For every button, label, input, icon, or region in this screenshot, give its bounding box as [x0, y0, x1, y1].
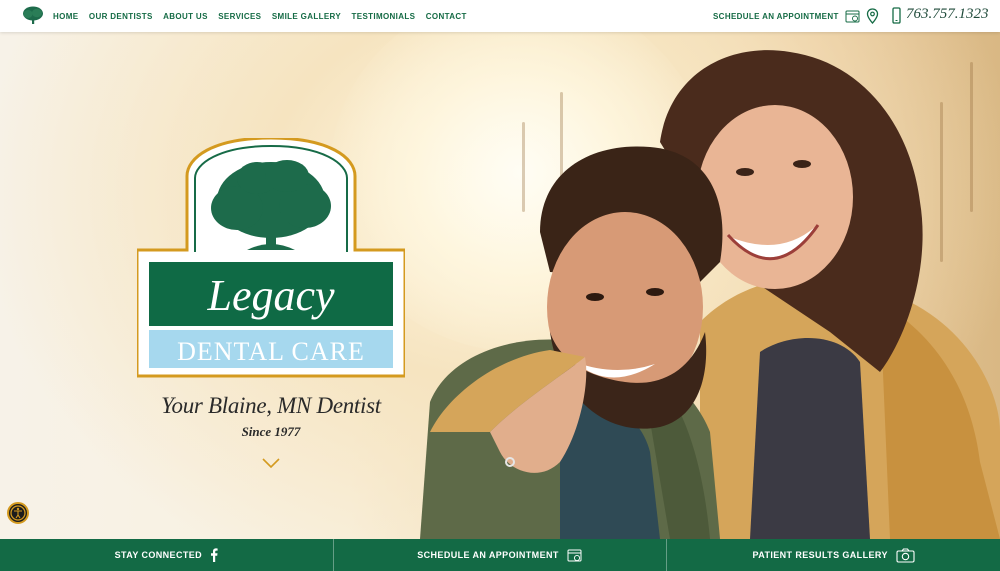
nav-contact[interactable]: CONTACT	[426, 12, 467, 21]
logo-subword: DENTAL CARE	[177, 337, 365, 366]
calendar-icon	[845, 10, 860, 23]
schedule-appointment-bottom-label: SCHEDULE AN APPOINTMENT	[417, 550, 559, 560]
facebook-icon	[211, 548, 218, 562]
since-year: Since 1977	[241, 424, 301, 439]
accessibility-button[interactable]	[7, 502, 29, 524]
bottom-action-bar: STAY CONNECTED SCHEDULE AN APPOINTMENT P…	[0, 539, 1000, 571]
hero-tagline: Your Blaine, MN Dentist	[161, 393, 381, 418]
couple-photo	[420, 50, 1000, 539]
map-pin-icon[interactable]	[866, 8, 879, 24]
patient-results-gallery-label: PATIENT RESULTS GALLERY	[752, 550, 888, 560]
schedule-appointment-label: SCHEDULE AN APPOINTMENT	[713, 11, 839, 21]
nav-home[interactable]: HOME	[53, 12, 78, 21]
schedule-appointment-button[interactable]: SCHEDULE AN APPOINTMENT	[334, 539, 668, 571]
patient-results-gallery-button[interactable]: PATIENT RESULTS GALLERY	[667, 539, 1000, 571]
main-menu: HOME OUR DENTISTS ABOUT US SERVICES SMIL…	[53, 0, 477, 32]
chevron-down-icon[interactable]	[262, 458, 280, 468]
nav-smile-gallery[interactable]: SMILE GALLERY	[272, 12, 341, 21]
nav-our-dentists[interactable]: OUR DENTISTS	[89, 12, 153, 21]
tree-logo-icon[interactable]	[22, 6, 44, 25]
schedule-appointment-link[interactable]: SCHEDULE AN APPOINTMENT	[713, 0, 861, 32]
nav-services[interactable]: SERVICES	[218, 12, 261, 21]
phone-icon[interactable]	[892, 7, 901, 24]
phone-number[interactable]: 763.757.1323	[906, 6, 989, 23]
nav-about-us[interactable]: ABOUT US	[163, 12, 208, 21]
stay-connected-button[interactable]: STAY CONNECTED	[0, 539, 334, 571]
accessibility-icon	[10, 505, 26, 521]
top-navigation-bar: HOME OUR DENTISTS ABOUT US SERVICES SMIL…	[0, 0, 1000, 32]
nav-testimonials[interactable]: TESTIMONIALS	[352, 12, 416, 21]
stay-connected-label: STAY CONNECTED	[114, 550, 203, 560]
calendar-icon	[567, 549, 582, 561]
logo-word: Legacy	[206, 271, 335, 320]
hero-banner: Legacy DENTAL CARE Your Blaine, MN Denti…	[0, 32, 1000, 539]
legacy-dental-care-logo[interactable]: Legacy DENTAL CARE	[137, 138, 405, 408]
camera-icon	[896, 547, 915, 563]
